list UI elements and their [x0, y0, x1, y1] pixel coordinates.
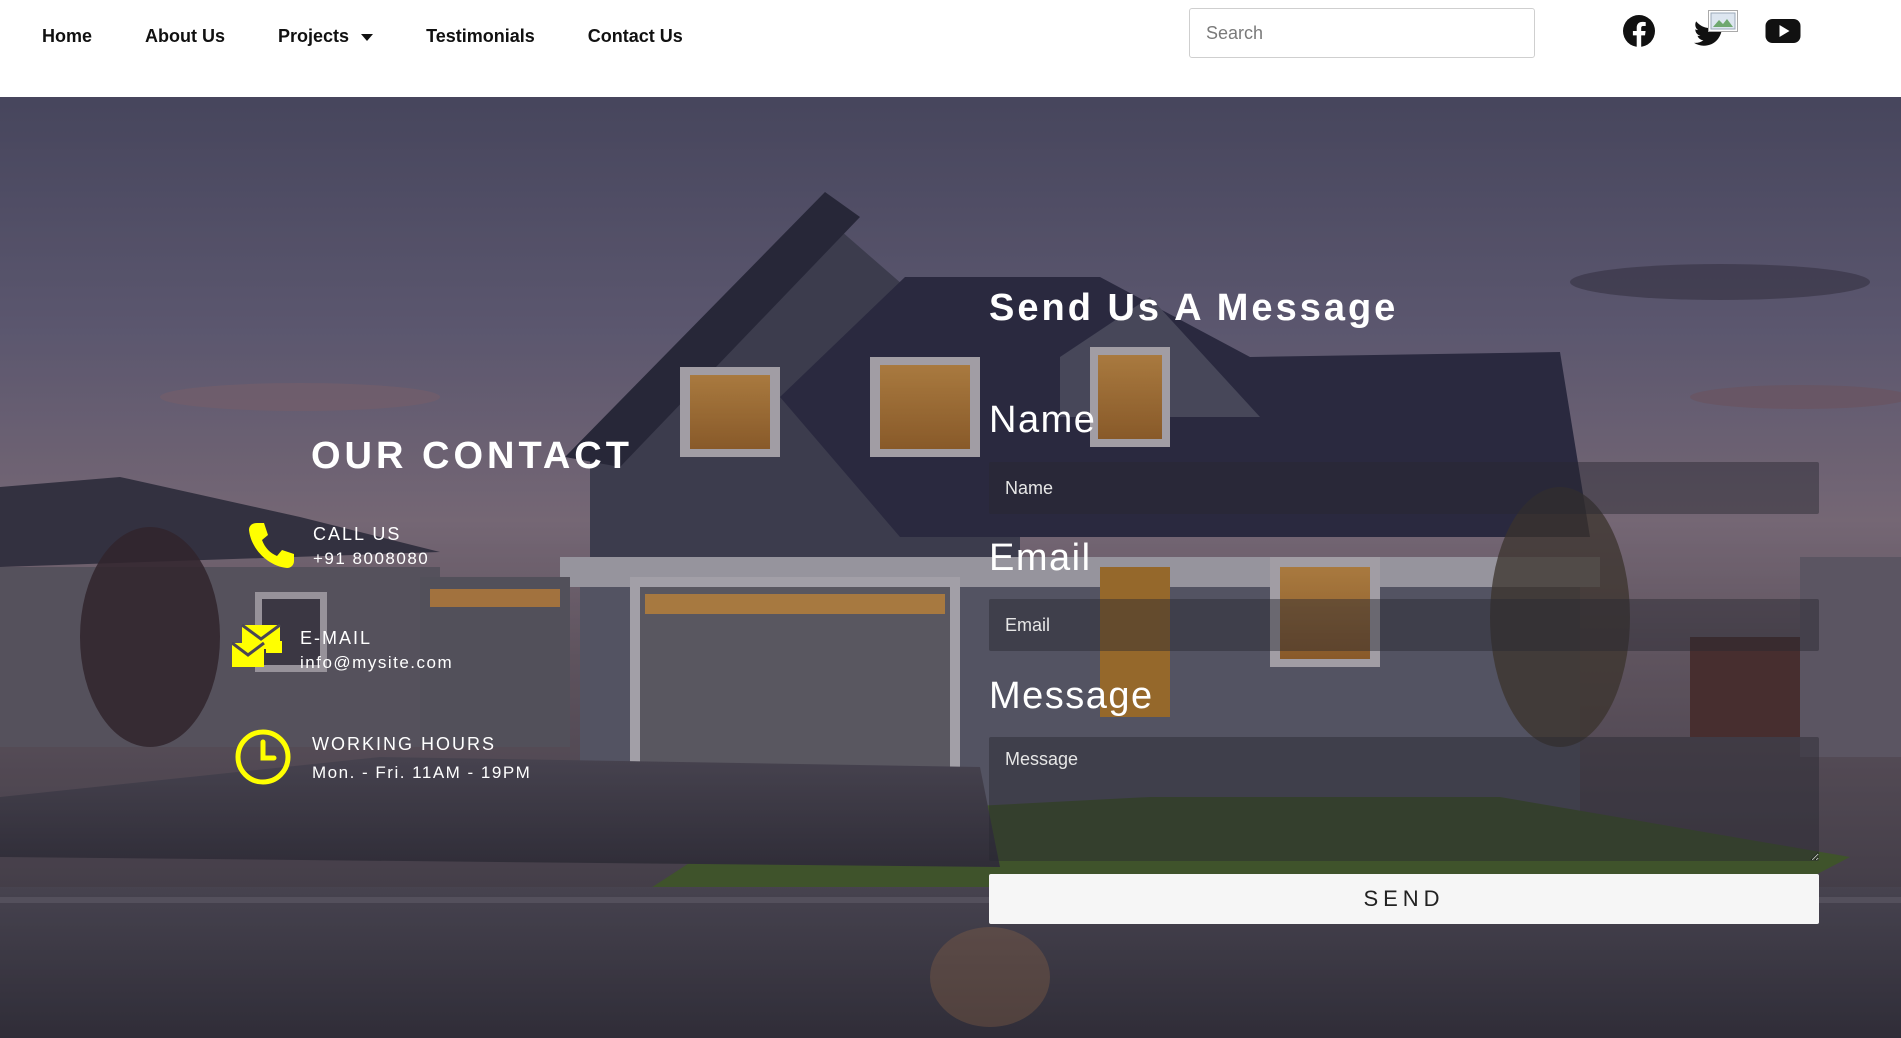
nav-item-projects[interactable]: Projects — [278, 26, 374, 47]
name-field[interactable] — [989, 462, 1819, 514]
nav-item-contact-us[interactable]: Contact Us — [588, 26, 683, 47]
nav-item-label: Testimonials — [426, 26, 535, 46]
phone-icon — [249, 523, 294, 568]
header: Home About Us Projects Testimonials Cont… — [0, 0, 1901, 97]
message-field-label: Message — [989, 675, 1154, 717]
form-title: Send Us A Message — [989, 287, 1399, 329]
nav-item-about-us[interactable]: About Us — [145, 26, 225, 47]
email-value: info@mysite.com — [300, 653, 454, 672]
nav-item-label: Projects — [278, 26, 350, 46]
nav-item-testimonials[interactable]: Testimonials — [426, 26, 535, 47]
call-us-value: +91 8008080 — [313, 549, 430, 568]
contact-hero-section: OUR CONTACT CALL US +91 8008080 E-MAIL i… — [0, 97, 1901, 1038]
nav-item-label: Contact Us — [587, 26, 683, 46]
email-label: E-MAIL — [300, 628, 373, 648]
send-button[interactable]: SEND — [989, 874, 1819, 924]
email-field-label: Email — [989, 537, 1092, 579]
call-us-label: CALL US — [313, 524, 402, 544]
working-hours-label: WORKING HOURS — [312, 734, 497, 754]
nav-item-home[interactable]: Home — [42, 26, 92, 47]
broken-image-icon — [1708, 10, 1738, 32]
main-nav: Home About Us Projects Testimonials Cont… — [42, 26, 736, 47]
contact-section-title: OUR CONTACT — [311, 435, 633, 477]
working-hours-value: Mon. - Fri. 11AM - 19PM — [312, 763, 532, 782]
mail-icon — [232, 623, 282, 667]
nav-item-label: Home — [42, 26, 93, 46]
message-field[interactable] — [989, 737, 1819, 861]
youtube-icon[interactable] — [1765, 14, 1801, 48]
chevron-down-icon — [361, 34, 374, 41]
name-field-label: Name — [989, 399, 1097, 441]
email-field[interactable] — [989, 599, 1819, 651]
search-input[interactable] — [1189, 8, 1535, 58]
facebook-icon[interactable] — [1622, 14, 1656, 48]
clock-icon — [235, 729, 291, 785]
nav-item-label: About Us — [145, 26, 226, 46]
